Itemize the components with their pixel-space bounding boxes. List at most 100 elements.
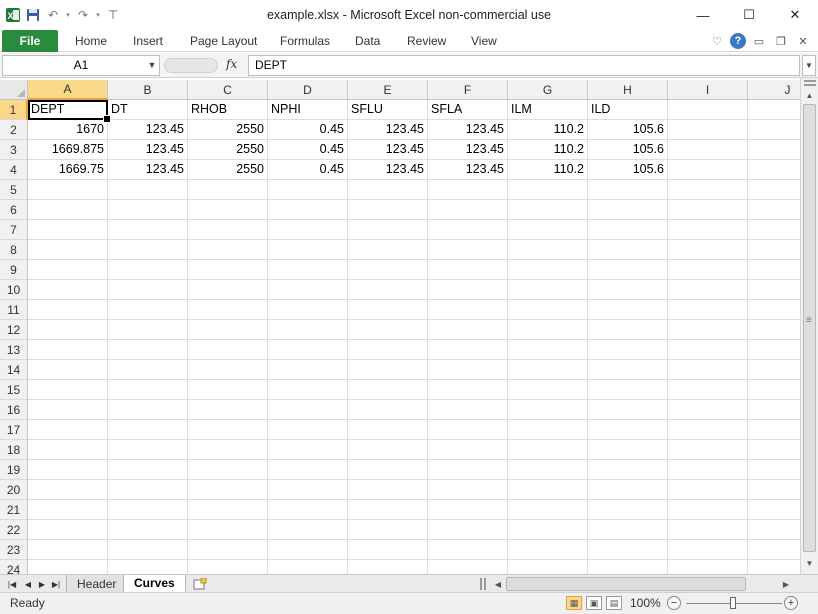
row-header-18[interactable]: 18 xyxy=(0,440,28,460)
cell-b5[interactable] xyxy=(108,180,188,200)
cell-i5[interactable] xyxy=(668,180,748,200)
cell-j17[interactable] xyxy=(748,420,800,440)
cell-d19[interactable] xyxy=(268,460,348,480)
cell-a6[interactable] xyxy=(28,200,108,220)
cell-b1[interactable]: DT xyxy=(108,100,188,120)
cell-g5[interactable] xyxy=(508,180,588,200)
cell-e15[interactable] xyxy=(348,380,428,400)
cell-j18[interactable] xyxy=(748,440,800,460)
cell-b21[interactable] xyxy=(108,500,188,520)
cell-b19[interactable] xyxy=(108,460,188,480)
name-box[interactable]: A1 xyxy=(2,55,160,76)
cell-c19[interactable] xyxy=(188,460,268,480)
cell-g13[interactable] xyxy=(508,340,588,360)
cell-f7[interactable] xyxy=(428,220,508,240)
cell-a20[interactable] xyxy=(28,480,108,500)
cell-h21[interactable] xyxy=(588,500,668,520)
cell-h20[interactable] xyxy=(588,480,668,500)
cell-e24[interactable] xyxy=(348,560,428,574)
cell-f18[interactable] xyxy=(428,440,508,460)
cell-e18[interactable] xyxy=(348,440,428,460)
cell-d12[interactable] xyxy=(268,320,348,340)
cell-i2[interactable] xyxy=(668,120,748,140)
cell-a5[interactable] xyxy=(28,180,108,200)
cell-a22[interactable] xyxy=(28,520,108,540)
row-header-12[interactable]: 12 xyxy=(0,320,28,340)
row-header-19[interactable]: 19 xyxy=(0,460,28,480)
cell-j15[interactable] xyxy=(748,380,800,400)
cell-d11[interactable] xyxy=(268,300,348,320)
cell-f14[interactable] xyxy=(428,360,508,380)
cell-j24[interactable] xyxy=(748,560,800,574)
cell-i3[interactable] xyxy=(668,140,748,160)
cell-h14[interactable] xyxy=(588,360,668,380)
zoom-in-button[interactable]: + xyxy=(784,596,798,610)
sheet-tab-header[interactable]: Header xyxy=(66,575,128,593)
horizontal-scrollbar[interactable]: ◀ ▶ xyxy=(480,575,800,593)
cell-a16[interactable] xyxy=(28,400,108,420)
cell-g14[interactable] xyxy=(508,360,588,380)
cell-c10[interactable] xyxy=(188,280,268,300)
row-header-20[interactable]: 20 xyxy=(0,480,28,500)
cell-f19[interactable] xyxy=(428,460,508,480)
cell-c18[interactable] xyxy=(188,440,268,460)
cell-h1[interactable]: ILD xyxy=(588,100,668,120)
cell-j21[interactable] xyxy=(748,500,800,520)
row-header-6[interactable]: 6 xyxy=(0,200,28,220)
row-header-22[interactable]: 22 xyxy=(0,520,28,540)
cell-b2[interactable]: 123.45 xyxy=(108,120,188,140)
cell-g10[interactable] xyxy=(508,280,588,300)
cell-a10[interactable] xyxy=(28,280,108,300)
column-header-e[interactable]: E xyxy=(348,80,428,100)
row-header-2[interactable]: 2 xyxy=(0,120,28,140)
cell-i23[interactable] xyxy=(668,540,748,560)
cell-a18[interactable] xyxy=(28,440,108,460)
cell-h19[interactable] xyxy=(588,460,668,480)
cell-a24[interactable] xyxy=(28,560,108,574)
cell-f12[interactable] xyxy=(428,320,508,340)
row-header-10[interactable]: 10 xyxy=(0,280,28,300)
row-header-24[interactable]: 24 xyxy=(0,560,28,574)
cell-f24[interactable] xyxy=(428,560,508,574)
cell-c8[interactable] xyxy=(188,240,268,260)
cell-d17[interactable] xyxy=(268,420,348,440)
column-header-j[interactable]: J xyxy=(748,80,800,100)
cell-b24[interactable] xyxy=(108,560,188,574)
cell-j12[interactable] xyxy=(748,320,800,340)
normal-view-icon[interactable]: ▦ xyxy=(566,596,582,610)
cell-e5[interactable] xyxy=(348,180,428,200)
cell-f22[interactable] xyxy=(428,520,508,540)
zoom-slider-thumb[interactable] xyxy=(730,597,736,609)
tab-data[interactable]: Data xyxy=(355,34,380,48)
column-header-c[interactable]: C xyxy=(188,80,268,100)
cell-b12[interactable] xyxy=(108,320,188,340)
cell-f2[interactable]: 123.45 xyxy=(428,120,508,140)
cell-f10[interactable] xyxy=(428,280,508,300)
cell-j5[interactable] xyxy=(748,180,800,200)
cell-g9[interactable] xyxy=(508,260,588,280)
row-header-14[interactable]: 14 xyxy=(0,360,28,380)
cell-g15[interactable] xyxy=(508,380,588,400)
cell-j19[interactable] xyxy=(748,460,800,480)
cell-d18[interactable] xyxy=(268,440,348,460)
cell-i10[interactable] xyxy=(668,280,748,300)
cell-d2[interactable]: 0.45 xyxy=(268,120,348,140)
cell-g1[interactable]: ILM xyxy=(508,100,588,120)
cell-f1[interactable]: SFLA xyxy=(428,100,508,120)
cell-i24[interactable] xyxy=(668,560,748,574)
row-header-16[interactable]: 16 xyxy=(0,400,28,420)
cell-d10[interactable] xyxy=(268,280,348,300)
cell-e13[interactable] xyxy=(348,340,428,360)
row-header-9[interactable]: 9 xyxy=(0,260,28,280)
cell-e2[interactable]: 123.45 xyxy=(348,120,428,140)
cell-d21[interactable] xyxy=(268,500,348,520)
cell-g16[interactable] xyxy=(508,400,588,420)
cell-b17[interactable] xyxy=(108,420,188,440)
cell-h18[interactable] xyxy=(588,440,668,460)
first-sheet-icon[interactable]: |◀ xyxy=(6,577,18,591)
cell-f16[interactable] xyxy=(428,400,508,420)
cell-g12[interactable] xyxy=(508,320,588,340)
cell-g22[interactable] xyxy=(508,520,588,540)
scroll-left-icon[interactable]: ◀ xyxy=(492,577,504,591)
cell-j11[interactable] xyxy=(748,300,800,320)
